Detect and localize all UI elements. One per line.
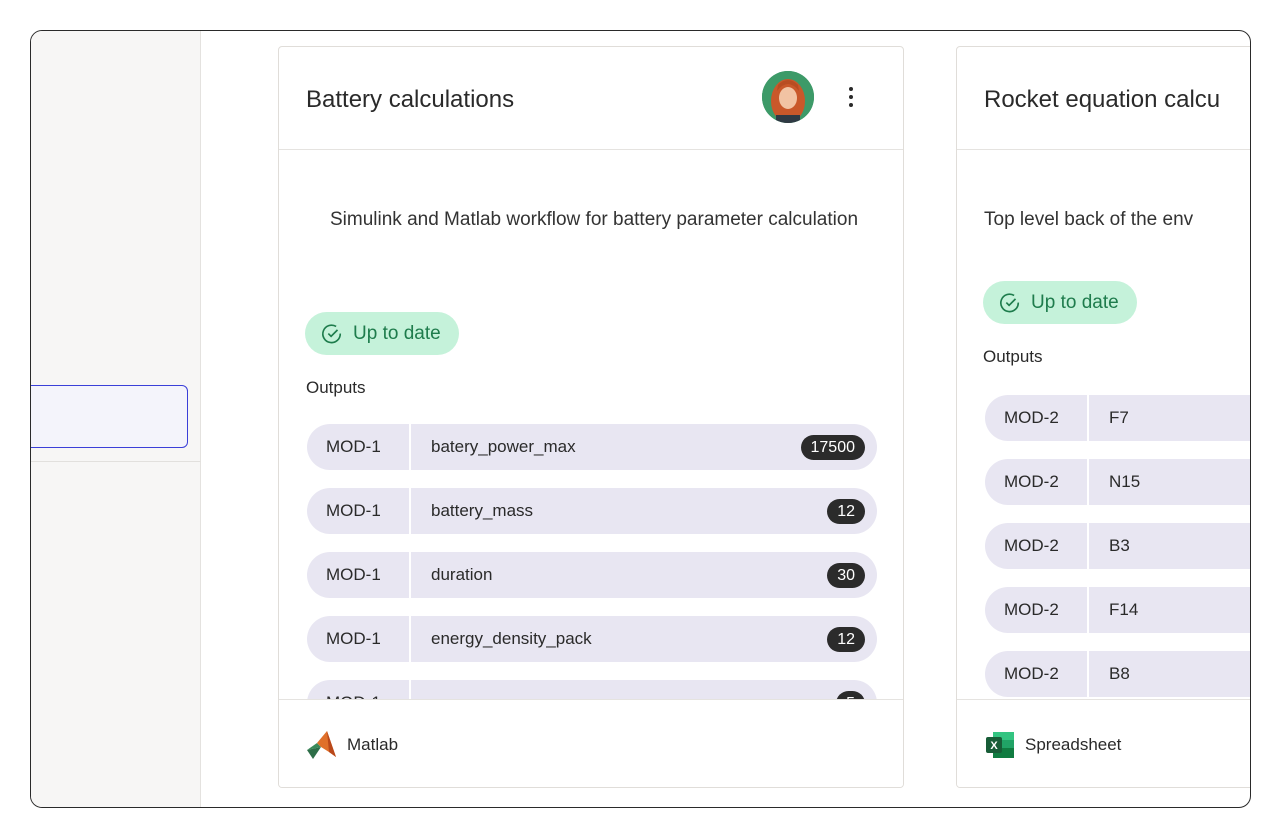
output-name: B8 [1109, 664, 1130, 683]
output-row[interactable]: MOD-2 B8 [985, 651, 1250, 697]
card-description: Simulink and Matlab workflow for battery… [330, 209, 859, 230]
status-text: Up to date [1031, 291, 1119, 313]
status-badge: Up to date [983, 281, 1137, 324]
outputs-label: Outputs [983, 347, 1043, 366]
output-value: 12 [827, 627, 865, 652]
svg-text:X: X [990, 740, 998, 752]
output-module: MOD-1 [307, 616, 411, 662]
output-module: MOD-2 [985, 395, 1089, 441]
sidebar [31, 31, 201, 807]
card-description: Top level back of the env [984, 209, 1194, 230]
output-name: F7 [1109, 408, 1129, 427]
matlab-icon [307, 730, 336, 759]
card-title: Battery calculations [306, 86, 515, 113]
workflow-card[interactable]: Rocket equation calcu Top level back of … [956, 46, 1250, 788]
output-module: MOD-2 [985, 459, 1089, 505]
footer-tool-label: Matlab [347, 734, 399, 754]
output-module: MOD-2 [985, 651, 1089, 697]
status-badge: Up to date [305, 312, 459, 355]
output-name: N15 [1109, 472, 1141, 491]
output-row[interactable]: MOD-1 duration 30 [307, 552, 877, 598]
output-row[interactable]: MOD-2 F7 [985, 395, 1250, 441]
more-options-icon[interactable] [839, 83, 863, 113]
output-row[interactable]: MOD-2 F14 [985, 587, 1250, 633]
output-row[interactable]: MOD-1 battery_mass 12 [307, 488, 877, 534]
output-value: 12 [827, 499, 865, 524]
output-row[interactable]: MOD-2 B3 [985, 523, 1250, 569]
output-name: B3 [1109, 536, 1130, 555]
output-row[interactable]: MOD-1 batery_power_max 17500 [307, 424, 877, 470]
output-module: MOD-1 [307, 488, 411, 534]
output-module: MOD-2 [985, 523, 1089, 569]
output-name: battery_mass [431, 501, 534, 520]
output-module: MOD-2 [985, 587, 1089, 633]
output-name: F14 [1109, 600, 1139, 619]
card-header: Rocket equation calcu [957, 47, 1250, 150]
status-text: Up to date [353, 322, 441, 344]
output-name: duration [431, 565, 493, 584]
outputs-list: MOD-1 batery_power_max 17500 MOD-1 batte… [307, 424, 877, 744]
output-row[interactable]: MOD-1 energy_density_pack 12 [307, 616, 877, 662]
app-window: Battery calculations Simulink and Matlab… [30, 30, 1251, 808]
output-module: MOD-1 [307, 424, 411, 470]
footer-tool-label: Spreadsheet [1025, 734, 1122, 754]
card-header: Battery calculations [279, 47, 903, 150]
output-value: 17500 [800, 435, 865, 460]
check-circle-icon [322, 323, 342, 343]
sidebar-divider [31, 461, 201, 462]
outputs-list: MOD-2 F7 MOD-2 N15 MOD-2 B3 MOD-2 F14 MO… [985, 395, 1250, 715]
output-value: 30 [827, 563, 865, 588]
excel-icon: X [986, 731, 1014, 758]
card-footer: Matlab [279, 699, 903, 787]
workflow-card[interactable]: Battery calculations Simulink and Matlab… [278, 46, 904, 788]
output-row[interactable]: MOD-2 N15 [985, 459, 1250, 505]
card-title: Rocket equation calcu [984, 86, 1221, 113]
check-circle-icon [1000, 292, 1020, 312]
card-footer: X Spreadsheet [957, 699, 1250, 787]
output-name: energy_density_pack [431, 629, 592, 648]
outputs-label: Outputs [306, 378, 366, 397]
avatar[interactable] [762, 71, 814, 123]
sidebar-selected-item[interactable] [31, 385, 188, 448]
output-module: MOD-1 [307, 552, 411, 598]
